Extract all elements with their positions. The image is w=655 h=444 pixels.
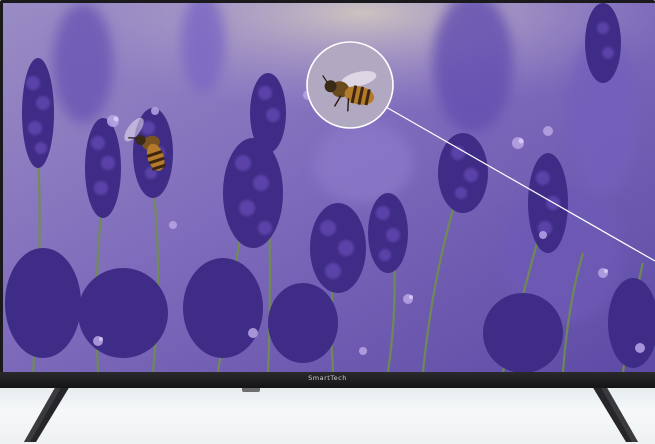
brand-logo: SmartTech (308, 374, 347, 382)
tv-product-image: SmartTech (0, 0, 655, 444)
lavender-bees-scene (3, 3, 655, 372)
tv-screen (3, 3, 655, 372)
left-stand-leg (24, 386, 70, 442)
ir-sensor (242, 388, 260, 392)
floor-background (0, 388, 655, 444)
right-stand-leg (592, 386, 638, 442)
